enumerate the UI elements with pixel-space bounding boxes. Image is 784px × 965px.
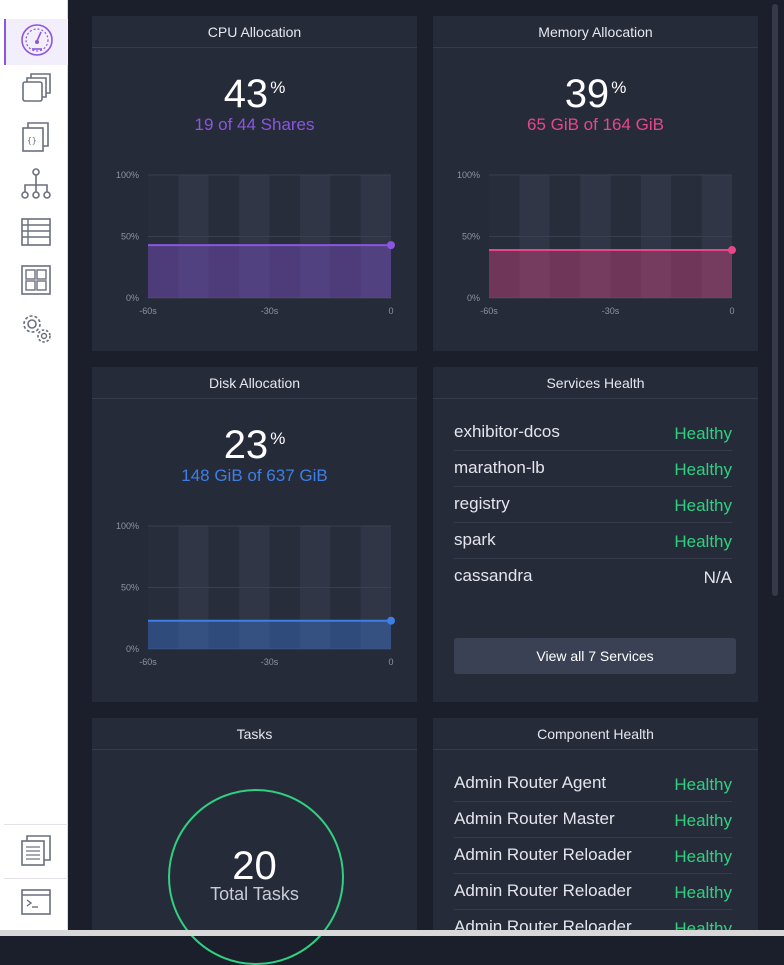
disk-chart: 100% 50% 0%-60s -30s 0	[116, 521, 395, 667]
service-status: Healthy	[674, 496, 732, 515]
y-tick-label: 0%	[126, 293, 139, 303]
service-name: marathon-lb	[454, 458, 545, 477]
cpu-chart: 100% 50% 0%-60s -30s 0	[116, 170, 395, 316]
documentation-icon	[19, 833, 53, 872]
svg-text:{}: {}	[27, 136, 37, 145]
chart-point	[728, 246, 736, 255]
x-tick-label: -30s	[261, 306, 279, 316]
x-tick-label: 0	[388, 306, 393, 316]
y-tick-label: 100%	[116, 521, 139, 531]
dashboard-app: {} CPU Allocation 43 % 19 of 44 Shares 1…	[0, 0, 784, 965]
component-row[interactable]: Admin Router Reloader Healthy	[454, 910, 732, 930]
sidebar-item-cli[interactable]	[4, 881, 68, 927]
component-health-panel: Component Health Admin Router Agent Heal…	[433, 718, 758, 930]
panel-title: Tasks	[92, 718, 417, 750]
dashboard-gauge-icon	[20, 23, 54, 62]
panel-title: Services Health	[433, 367, 758, 399]
panel-title: Component Health	[433, 718, 758, 750]
service-status: Healthy	[674, 532, 732, 551]
sidebar-item-settings[interactable]	[4, 307, 68, 353]
y-tick-label: 100%	[116, 170, 139, 180]
tasks-count: 20	[232, 844, 277, 888]
component-row[interactable]: Admin Router Reloader Healthy	[454, 874, 732, 910]
component-row[interactable]: Admin Router Reloader Healthy	[454, 838, 732, 874]
memory-chart: 100% 50% 0%-60s -30s 0	[457, 170, 736, 316]
component-name: Admin Router Reloader	[454, 917, 632, 930]
sidebar-item-dashboard[interactable]	[4, 19, 68, 65]
service-status: Healthy	[674, 460, 732, 479]
sidebar-divider	[4, 824, 68, 825]
component-status: Healthy	[674, 919, 732, 930]
catalog-grid-icon	[19, 263, 53, 302]
component-status: Healthy	[674, 847, 732, 866]
service-row[interactable]: registry Healthy	[454, 487, 732, 523]
jobs-document-icon: {}	[19, 119, 53, 158]
component-row[interactable]: Admin Router Master Healthy	[454, 802, 732, 838]
chart-point	[387, 616, 395, 625]
component-name: Admin Router Master	[454, 809, 615, 828]
y-tick-label: 50%	[462, 232, 480, 242]
component-status: Healthy	[674, 775, 732, 794]
service-status: N/A	[703, 568, 732, 587]
component-status: Healthy	[674, 811, 732, 830]
nodes-list-icon	[19, 215, 53, 254]
x-tick-label: -30s	[261, 657, 279, 667]
x-tick-label: -30s	[602, 306, 620, 316]
services-health-panel: Services Health exhibitor-dcos Healthy m…	[433, 367, 758, 702]
tasks-panel: Tasks 20 Total Tasks	[92, 718, 417, 965]
sidebar-item-services[interactable]	[4, 67, 68, 113]
service-status: Healthy	[674, 424, 732, 443]
sidebar: {}	[0, 0, 68, 930]
cpu-allocation-panel: CPU Allocation 43% 19 of 44 Shares 100% 5…	[92, 16, 417, 351]
y-tick-label: 0%	[126, 644, 139, 654]
service-name: cassandra	[454, 566, 533, 585]
chart-point	[387, 241, 395, 250]
service-row[interactable]: marathon-lb Healthy	[454, 451, 732, 487]
x-tick-label: -60s	[480, 306, 498, 316]
service-row[interactable]: exhibitor-dcos Healthy	[454, 415, 732, 451]
sidebar-item-network[interactable]	[4, 163, 68, 209]
y-tick-label: 100%	[457, 170, 480, 180]
chart-area	[148, 245, 391, 298]
component-row[interactable]: Admin Router Agent Healthy	[454, 766, 732, 802]
component-status: Healthy	[674, 883, 732, 902]
service-row[interactable]: spark Healthy	[454, 523, 732, 559]
x-tick-label: 0	[388, 657, 393, 667]
cli-terminal-icon	[19, 885, 53, 924]
x-tick-label: 0	[729, 306, 734, 316]
network-hierarchy-icon	[19, 167, 53, 206]
settings-gears-icon	[19, 311, 53, 350]
services-stack-icon	[19, 71, 53, 110]
y-tick-label: 0%	[467, 293, 480, 303]
service-name: registry	[454, 494, 510, 513]
tasks-label: Total Tasks	[210, 884, 299, 904]
component-name: Admin Router Reloader	[454, 845, 632, 864]
chart-area	[148, 620, 391, 649]
vertical-scrollbar[interactable]	[770, 0, 780, 930]
disk-allocation-panel: Disk Allocation 23% 148 GiB of 637 GiB 1…	[92, 367, 417, 702]
memory-allocation-panel: Memory Allocation 39% 65 GiB of 164 GiB …	[433, 16, 758, 351]
component-name: Admin Router Reloader	[454, 881, 632, 900]
x-tick-label: -60s	[139, 306, 157, 316]
chart-area	[489, 250, 732, 298]
service-row[interactable]: cassandra N/A	[454, 559, 732, 595]
y-tick-label: 50%	[121, 232, 139, 242]
x-tick-label: -60s	[139, 657, 157, 667]
sidebar-item-documentation[interactable]	[4, 829, 68, 875]
y-tick-label: 50%	[121, 583, 139, 593]
view-all-services-button[interactable]: View all 7 Services	[454, 638, 736, 674]
sidebar-item-nodes[interactable]	[4, 211, 68, 257]
service-name: spark	[454, 530, 496, 549]
window-bottom-edge	[0, 930, 784, 936]
sidebar-item-catalog[interactable]	[4, 259, 68, 305]
sidebar-item-jobs[interactable]: {}	[4, 115, 68, 161]
sidebar-divider	[4, 878, 68, 879]
service-name: exhibitor-dcos	[454, 422, 560, 441]
component-name: Admin Router Agent	[454, 773, 607, 792]
scrollbar-thumb[interactable]	[772, 4, 778, 596]
